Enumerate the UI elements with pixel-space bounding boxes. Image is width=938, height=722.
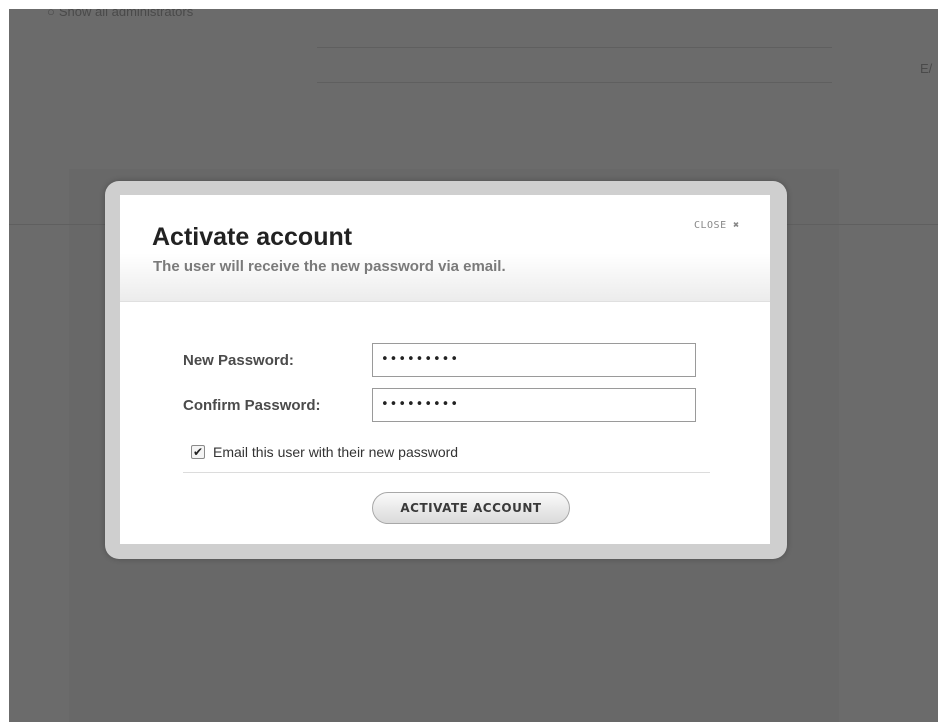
background-divider — [317, 47, 832, 48]
checkmark-icon: ✔ — [192, 445, 204, 459]
dialog-title: Activate account — [152, 223, 353, 251]
email-user-checkbox[interactable]: ✔ — [191, 445, 205, 459]
dialog-subtitle: The user will receive the new password v… — [153, 258, 506, 275]
new-password-input[interactable]: ••••••••• — [372, 343, 696, 377]
show-all-administrators-link: ○ Show all administrators — [47, 9, 193, 19]
dialog-header: Activate account The user will receive t… — [120, 195, 770, 302]
show-all-administrators-text: Show all administrators — [58, 9, 194, 19]
confirm-password-input[interactable]: ••••••••• — [372, 388, 696, 422]
email-user-option: ✔ Email this user with their new passwor… — [191, 442, 458, 462]
new-password-row: New Password: ••••••••• — [120, 343, 770, 379]
background-column-header: E/ — [920, 61, 933, 76]
background-divider — [317, 82, 832, 83]
confirm-password-row: Confirm Password: ••••••••• — [120, 388, 770, 424]
email-user-label[interactable]: Email this user with their new password — [213, 444, 458, 460]
activate-account-button[interactable]: ACTIVATE ACCOUNT — [372, 492, 570, 524]
bullet-icon: ○ — [47, 9, 55, 19]
activate-account-dialog: Activate account The user will receive t… — [120, 195, 770, 544]
close-button[interactable]: CLOSE ✖ — [694, 220, 740, 231]
close-x-icon: ✖ — [733, 220, 740, 231]
close-label: CLOSE — [694, 220, 727, 231]
confirm-password-label: Confirm Password: — [183, 397, 321, 414]
form-divider — [183, 472, 710, 473]
new-password-label: New Password: — [183, 352, 294, 369]
